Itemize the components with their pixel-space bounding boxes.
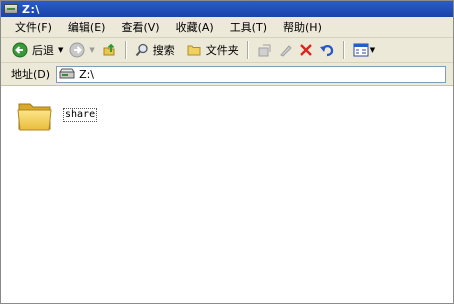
menu-favorites[interactable]: 收藏(A) xyxy=(168,19,222,35)
menu-edit[interactable]: 编辑(E) xyxy=(60,19,114,35)
search-icon xyxy=(135,43,148,57)
undo-icon xyxy=(319,45,333,57)
delete-icon xyxy=(299,44,312,56)
delete-button[interactable] xyxy=(296,39,316,61)
forward-button[interactable]: ▼ xyxy=(66,39,97,61)
back-label: 后退 xyxy=(32,44,54,57)
toolbar-separator xyxy=(342,41,345,59)
search-button[interactable]: 搜索 xyxy=(132,39,178,61)
undo-button[interactable] xyxy=(316,39,338,61)
folder-name: share xyxy=(63,108,98,122)
drive-icon xyxy=(4,4,18,14)
chevron-down-icon[interactable]: ▼ xyxy=(370,46,375,54)
chevron-down-icon[interactable]: ▼ xyxy=(89,46,94,54)
up-folder-icon xyxy=(103,43,115,56)
address-label: 地址(D) xyxy=(11,68,51,81)
folders-button[interactable]: 文件夹 xyxy=(184,39,242,61)
address-value: Z:\ xyxy=(79,67,95,81)
folders-label: 文件夹 xyxy=(205,44,239,57)
address-field[interactable]: Z:\ xyxy=(56,65,447,83)
copy-to-button[interactable] xyxy=(275,39,296,61)
back-arrow-icon xyxy=(12,42,28,58)
menu-view[interactable]: 查看(V) xyxy=(113,19,167,35)
up-button[interactable] xyxy=(98,39,120,61)
move-to-button[interactable] xyxy=(254,39,275,61)
move-to-icon xyxy=(258,44,271,56)
menu-help[interactable]: 帮助(H) xyxy=(275,19,330,35)
toolbar-separator xyxy=(246,41,249,59)
folders-icon xyxy=(187,45,201,56)
forward-arrow-icon xyxy=(69,42,85,58)
search-label: 搜索 xyxy=(152,44,175,57)
toolbar: 后退 ▼ ▼ 搜索 文件夹 ▼ xyxy=(1,38,453,63)
window-title: Z:\ xyxy=(22,2,40,16)
folder-item-share[interactable]: share xyxy=(17,98,98,132)
views-icon xyxy=(353,43,369,57)
drive-icon xyxy=(59,68,75,79)
chevron-down-icon[interactable]: ▼ xyxy=(58,46,63,54)
toolbar-separator xyxy=(124,41,127,59)
back-button[interactable]: 后退 ▼ xyxy=(9,39,66,61)
folder-icon xyxy=(17,103,52,131)
explorer-window: Z:\ 文件(F) 编辑(E) 查看(V) 收藏(A) 工具(T) 帮助(H) … xyxy=(0,0,454,304)
menu-file[interactable]: 文件(F) xyxy=(1,19,60,35)
menu-bar: 文件(F) 编辑(E) 查看(V) 收藏(A) 工具(T) 帮助(H) xyxy=(1,17,453,38)
menu-tools[interactable]: 工具(T) xyxy=(222,19,275,35)
copy-to-icon xyxy=(279,44,292,57)
views-button[interactable]: ▼ xyxy=(350,39,378,61)
title-bar[interactable]: Z:\ xyxy=(1,1,453,17)
file-list-view[interactable]: share xyxy=(1,86,453,303)
address-bar: 地址(D) Z:\ xyxy=(1,63,453,86)
